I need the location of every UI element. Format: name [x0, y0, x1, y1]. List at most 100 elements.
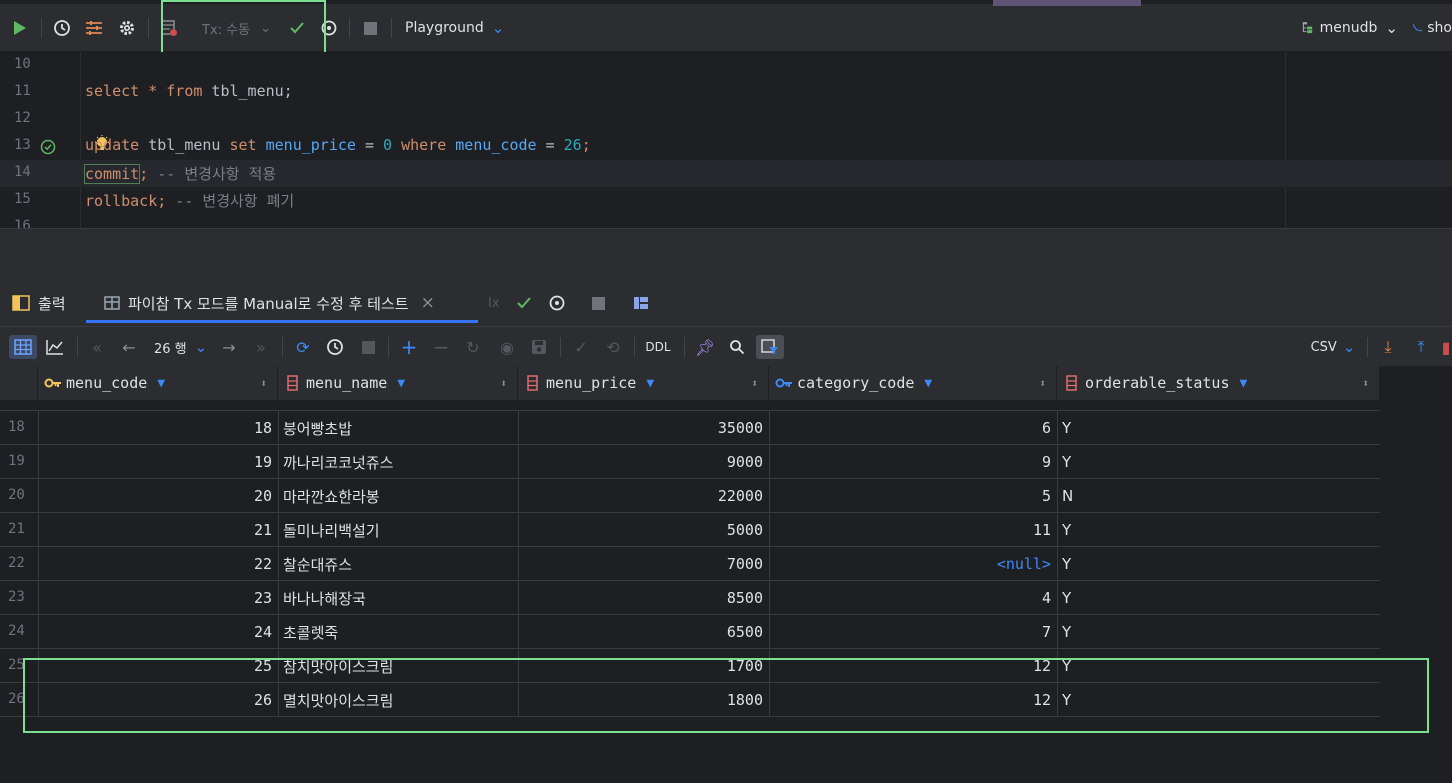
- filter-funnel-icon[interactable]: ▼: [1240, 376, 1248, 391]
- cell-category-code[interactable]: 12: [769, 683, 1057, 717]
- preview-button[interactable]: ◉: [495, 335, 519, 359]
- sort-icon[interactable]: ⬍: [260, 377, 267, 390]
- sort-icon[interactable]: ⬍: [1039, 377, 1046, 390]
- cell-menu-code[interactable]: 24: [38, 615, 278, 649]
- cell-menu-name[interactable]: 초콜렛죽: [278, 615, 518, 649]
- table-row[interactable]: 26 26 멸치맛아이스크림 1800 12 Y: [0, 683, 1380, 717]
- table-view-button[interactable]: [9, 335, 37, 359]
- sort-icon[interactable]: ⬍: [751, 377, 758, 390]
- cell-menu-code[interactable]: 25: [38, 649, 278, 683]
- ddl-button[interactable]: DDL: [642, 335, 674, 359]
- table-row[interactable]: 19 19 까나리코코넛쥬스 9000 9 Y: [0, 445, 1380, 479]
- cell-orderable-status[interactable]: Y: [1057, 411, 1380, 445]
- cell-category-code[interactable]: 6: [769, 411, 1057, 445]
- chart-view-button[interactable]: [43, 335, 67, 359]
- cell-category-code[interactable]: <null>: [769, 547, 1057, 581]
- cell-menu-name[interactable]: 바나나해장국: [278, 581, 518, 615]
- history-button[interactable]: [51, 17, 73, 39]
- cell-menu-name[interactable]: 참치맛아이스크림: [278, 649, 518, 683]
- sort-icon[interactable]: ⬍: [1362, 377, 1369, 390]
- download-button[interactable]: ⤓: [1377, 335, 1399, 359]
- filter-funnel-icon[interactable]: ▼: [157, 376, 165, 391]
- cell-menu-price[interactable]: 7000: [518, 547, 769, 581]
- pin-button[interactable]: 📌︎: [694, 335, 716, 359]
- cell-menu-name[interactable]: 돌미나리백설기: [278, 513, 518, 547]
- column-header-category-code[interactable]: category_code ▼ ⬍: [769, 366, 1057, 400]
- stop-tab-button[interactable]: [592, 292, 605, 314]
- settings-sliders-button[interactable]: [83, 17, 105, 39]
- schema-selector[interactable]: sho: [1412, 17, 1452, 39]
- upload-button[interactable]: ⤒: [1410, 335, 1432, 359]
- cell-menu-name[interactable]: 찰순대쥬스: [278, 547, 518, 581]
- cell-category-code[interactable]: 12: [769, 649, 1057, 683]
- delete-row-button[interactable]: −: [430, 335, 452, 359]
- cell-orderable-status[interactable]: Y: [1057, 649, 1380, 683]
- cell-category-code[interactable]: 9: [769, 445, 1057, 479]
- commit-tab-button[interactable]: [516, 292, 532, 314]
- cell-menu-code[interactable]: 18: [38, 411, 278, 445]
- column-header-menu-code[interactable]: menu_code ▼ ⬍: [38, 366, 278, 400]
- cell-menu-price[interactable]: 8500: [518, 581, 769, 615]
- commit-statement[interactable]: commit; -- 변경사항 적용: [83, 163, 276, 184]
- cell-menu-name[interactable]: 마라깐쇼한라봉: [278, 479, 518, 513]
- cell-menu-code[interactable]: 22: [38, 547, 278, 581]
- cell-menu-code[interactable]: 21: [38, 513, 278, 547]
- cell-menu-code[interactable]: 19: [38, 445, 278, 479]
- cell-orderable-status[interactable]: Y: [1057, 683, 1380, 717]
- last-page-button[interactable]: »: [251, 335, 271, 359]
- gear-button[interactable]: [116, 17, 138, 39]
- rollback-tab-button[interactable]: [548, 292, 566, 314]
- layout-button[interactable]: [633, 292, 649, 314]
- tx-log-button[interactable]: [158, 17, 180, 39]
- playground-dropdown[interactable]: Playground ⌄: [405, 17, 504, 39]
- filter-funnel-icon[interactable]: ▼: [924, 376, 932, 391]
- cell-menu-price[interactable]: 1800: [518, 683, 769, 717]
- sort-icon[interactable]: ⬍: [500, 377, 507, 390]
- cell-menu-code[interactable]: 26: [38, 683, 278, 717]
- more-button[interactable]: ▮: [1440, 335, 1452, 359]
- select-statement[interactable]: select * from tbl_menu;: [85, 82, 293, 100]
- rollback-statement[interactable]: rollback; -- 변경사항 폐기: [85, 190, 294, 211]
- column-header-menu-name[interactable]: menu_name ▼ ⬍: [278, 366, 518, 400]
- revert-button[interactable]: ↻: [462, 335, 484, 359]
- cell-orderable-status[interactable]: Y: [1057, 513, 1380, 547]
- filter-toggle-button[interactable]: [756, 335, 784, 359]
- table-row[interactable]: 22 22 찰순대쥬스 7000 <null> Y: [0, 547, 1380, 581]
- table-row[interactable]: 20 20 마라깐쇼한라봉 22000 5 N: [0, 479, 1380, 513]
- column-header-menu-price[interactable]: menu_price ▼ ⬍: [518, 366, 769, 400]
- cell-orderable-status[interactable]: Y: [1057, 547, 1380, 581]
- execute-button[interactable]: [10, 17, 30, 39]
- add-row-button[interactable]: +: [398, 335, 420, 359]
- row-count-dropdown[interactable]: 26 행 ⌄: [150, 335, 212, 359]
- column-header-orderable-status[interactable]: orderable_status ▼ ⬍: [1057, 366, 1380, 400]
- panel-splitter[interactable]: [0, 228, 1452, 278]
- tx-mode-dropdown[interactable]: Tx: 수동 ⌄: [202, 17, 274, 39]
- rollback-button[interactable]: [318, 17, 340, 39]
- cell-menu-price[interactable]: 5000: [518, 513, 769, 547]
- cell-menu-code[interactable]: 20: [38, 479, 278, 513]
- cell-menu-name[interactable]: 붕어빵초밥: [278, 411, 518, 445]
- cancel-query-button[interactable]: [358, 335, 378, 359]
- update-statement[interactable]: update tbl_menu set menu_price = 0 where…: [85, 136, 591, 154]
- history-button[interactable]: [324, 335, 346, 359]
- refresh-button[interactable]: ⟳: [292, 335, 314, 359]
- table-row[interactable]: 25 25 참치맛아이스크림 1700 12 Y: [0, 649, 1380, 683]
- tab-output[interactable]: 출력: [12, 292, 66, 314]
- filter-funnel-icon[interactable]: ▼: [646, 376, 654, 391]
- commit-button[interactable]: [286, 17, 308, 39]
- next-page-button[interactable]: →: [219, 335, 239, 359]
- cell-orderable-status[interactable]: Y: [1057, 615, 1380, 649]
- stop-button[interactable]: [359, 17, 381, 39]
- submit-button[interactable]: ✓: [570, 335, 592, 359]
- cell-menu-price[interactable]: 35000: [518, 411, 769, 445]
- cell-menu-price[interactable]: 9000: [518, 445, 769, 479]
- cell-menu-price[interactable]: 6500: [518, 615, 769, 649]
- table-row[interactable]: 18 18 붕어빵초밥 35000 6 Y: [0, 411, 1380, 445]
- cell-orderable-status[interactable]: N: [1057, 479, 1380, 513]
- cell-menu-name[interactable]: 멸치맛아이스크림: [278, 683, 518, 717]
- cell-orderable-status[interactable]: Y: [1057, 581, 1380, 615]
- table-row[interactable]: 24 24 초콜렛죽 6500 7 Y: [0, 615, 1380, 649]
- tab-result[interactable]: 파이참 Tx 모드를 Manual로 수정 후 테스트 ×: [104, 292, 435, 314]
- table-row[interactable]: 23 23 바나나해장국 8500 4 Y: [0, 581, 1380, 615]
- cell-category-code[interactable]: 11: [769, 513, 1057, 547]
